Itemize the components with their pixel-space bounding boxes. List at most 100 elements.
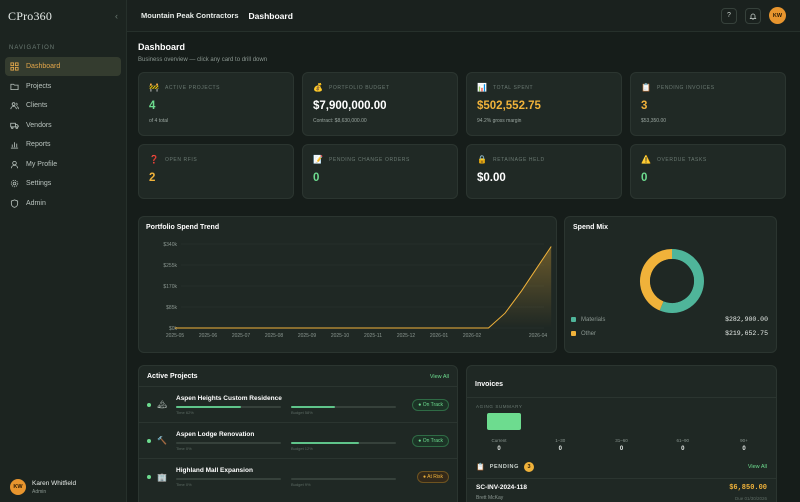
x-tick-label: 2026-02: [463, 333, 482, 339]
sidebar-item-label: Reports: [26, 141, 51, 148]
invoices-panel: Invoices Aging Summary Current 0 1–30 0 31…: [466, 365, 777, 502]
aging-bucket[interactable]: 90+ 0: [724, 438, 764, 452]
legend-other: Other $219,652.75: [571, 330, 768, 337]
status-badge: ● At Risk: [417, 471, 449, 483]
time-progress: Time 0%: [176, 441, 281, 451]
user-name: Karen Whitfield: [32, 479, 77, 487]
invoice-due: Due 01/30/2026: [734, 496, 767, 501]
invoice-person: Brett McKay: [476, 495, 504, 501]
card-value: $7,900,000.00: [313, 100, 387, 112]
sidebar-item-label: Projects: [26, 82, 52, 90]
y-tick-label: $85k: [166, 305, 177, 311]
bar-chart-icon: [10, 142, 19, 149]
spend-trend-panel: Portfolio Spend Trend $0k $85k $170k $255k $…: [138, 216, 557, 353]
aging-bucket[interactable]: 61–90 0: [663, 438, 703, 452]
project-name: Highland Mall Expansion: [176, 467, 253, 474]
x-tick-label: 2025-09: [298, 333, 317, 339]
card-sub: of 4 total: [149, 118, 169, 124]
legend-materials: Materials $282,900.00: [571, 316, 768, 323]
spend-mix-panel: Spend Mix Materials $282,900.00 Other $2…: [564, 216, 777, 353]
projects-view-all-link[interactable]: View All: [430, 374, 449, 380]
gear-icon: [10, 179, 19, 188]
budget-label: Budget 9%: [291, 482, 311, 487]
legend-label: Other: [581, 330, 597, 337]
x-tick-label: 2025-05: [166, 333, 185, 339]
card-pending-invoices[interactable]: 📋 Pending Invoices 3 $53,350.00: [630, 72, 786, 136]
sidebar-item-admin[interactable]: Admin: [5, 194, 121, 213]
truck-icon: [10, 122, 19, 129]
status-badge: ● On Track: [412, 398, 449, 411]
status-dot: [147, 475, 151, 479]
user-profile[interactable]: KW Karen Whitfield Admin: [0, 472, 126, 502]
sidebar-item-clients[interactable]: Clients: [5, 96, 121, 115]
project-name: Aspen Lodge Renovation: [176, 430, 255, 438]
sidebar-item-vendors[interactable]: Vendors: [5, 116, 121, 135]
clipboard-icon: 📋: [641, 83, 652, 92]
invoice-amount: $6,850.00: [729, 484, 767, 492]
budget-progress: Budget 58%: [291, 405, 396, 415]
sidebar-item-dashboard[interactable]: Dashboard: [5, 57, 121, 76]
sidebar-item-reports[interactable]: Reports: [5, 135, 121, 154]
panel-title: Active Projects: [147, 373, 198, 380]
aging-bucket[interactable]: Current 0: [479, 438, 519, 452]
legend-value: $282,900.00: [725, 316, 768, 323]
shield-icon: [10, 198, 19, 208]
user-role: Admin: [32, 488, 47, 495]
card-retainage-held[interactable]: 🔒 Retainage Held $0.00: [466, 144, 622, 199]
x-tick-label: 2025-07: [232, 333, 251, 339]
page-title: Dashboard: [138, 42, 186, 52]
status-dot: [147, 438, 151, 443]
aging-summary: Current 0 1–30 0 31–60 0 61–90 0 90+ 0: [467, 438, 776, 452]
sidebar-nav: Dashboard Projects Clients Vendors Repor…: [0, 57, 126, 213]
x-tick-label: 2025-06: [199, 333, 218, 339]
aging-bucket[interactable]: 31–60 0: [602, 438, 642, 452]
pending-count-badge: 3: [523, 462, 534, 472]
sidebar-item-settings[interactable]: Settings: [5, 174, 121, 193]
card-value: 4: [149, 100, 156, 112]
invoices-view-all-link[interactable]: View All: [748, 464, 767, 470]
help-button[interactable]: ?: [721, 7, 737, 24]
app-logo[interactable]: CPro360: [8, 9, 52, 24]
project-name: Aspen Heights Custom Residence: [176, 394, 282, 402]
company-name: Mountain Peak Contractors: [141, 11, 239, 20]
nav-heading: Navigation: [9, 45, 56, 51]
time-progress: Time 62%: [176, 405, 281, 415]
card-pending-change-orders[interactable]: 📝 Pending Change Orders 0: [302, 144, 458, 199]
status-badge: ● On Track: [412, 434, 449, 447]
card-sub: 94.2% gross margin: [477, 118, 522, 124]
project-row[interactable]: 🏔 Aspen Heights Custom Residence Time 62…: [139, 387, 457, 423]
topbar: Mountain Peak Contractors Dashboard ? KW: [127, 0, 800, 32]
card-active-projects[interactable]: 🚧 Active Projects 4 of 4 total: [138, 72, 294, 136]
card-open-rfis[interactable]: ❓ Open RFIs 2: [138, 144, 294, 199]
pending-label: Pending: [489, 464, 519, 470]
project-row[interactable]: 🔨 Aspen Lodge Renovation Time 0% Budget …: [139, 423, 457, 459]
collapse-sidebar-icon[interactable]: ‹: [115, 11, 118, 21]
card-portfolio-budget[interactable]: 💰 Portfolio Budget $7,900,000.00 Contract…: [302, 72, 458, 136]
active-projects-panel: Active Projects View All 🏔 Aspen Heights…: [138, 365, 458, 502]
sidebar-item-my-profile[interactable]: My Profile: [5, 155, 121, 174]
card-total-spent[interactable]: 📊 Total Spent $502,552.75 94.2% gross mar…: [466, 72, 622, 136]
avatar: KW: [10, 479, 26, 495]
building-icon: 🏢: [157, 472, 167, 482]
y-tick-label: $255k: [163, 263, 177, 269]
grid-icon: [10, 62, 19, 71]
panel-title: Invoices: [475, 381, 504, 388]
panel-title: Spend Mix: [573, 224, 609, 231]
card-label: Open RFIs: [165, 156, 198, 163]
invoice-row[interactable]: SC-INV-2024-118 Brett McKay $6,850.00 Du…: [467, 479, 776, 502]
aging-bucket[interactable]: 1–30 0: [540, 438, 580, 452]
x-tick-label: 2025-10: [331, 333, 350, 339]
card-overdue-tasks[interactable]: ⚠️ Overdue Tasks 0: [630, 144, 786, 199]
budget-progress: Budget 9%: [291, 478, 396, 487]
time-label: Time 0%: [176, 445, 192, 451]
card-value: $502,552.75: [477, 100, 541, 112]
notifications-button[interactable]: [745, 7, 761, 24]
sidebar-item-projects[interactable]: Projects: [5, 77, 121, 96]
card-value: 0: [313, 172, 320, 184]
bell-icon: [749, 13, 757, 20]
aging-bar-current[interactable]: [487, 413, 521, 430]
x-tick-label: 2025-11: [364, 333, 382, 339]
project-row[interactable]: 🏢 Highland Mall Expansion Time 0% Budget…: [139, 459, 457, 495]
top-avatar[interactable]: KW: [769, 7, 786, 24]
card-value: 3: [641, 100, 648, 112]
